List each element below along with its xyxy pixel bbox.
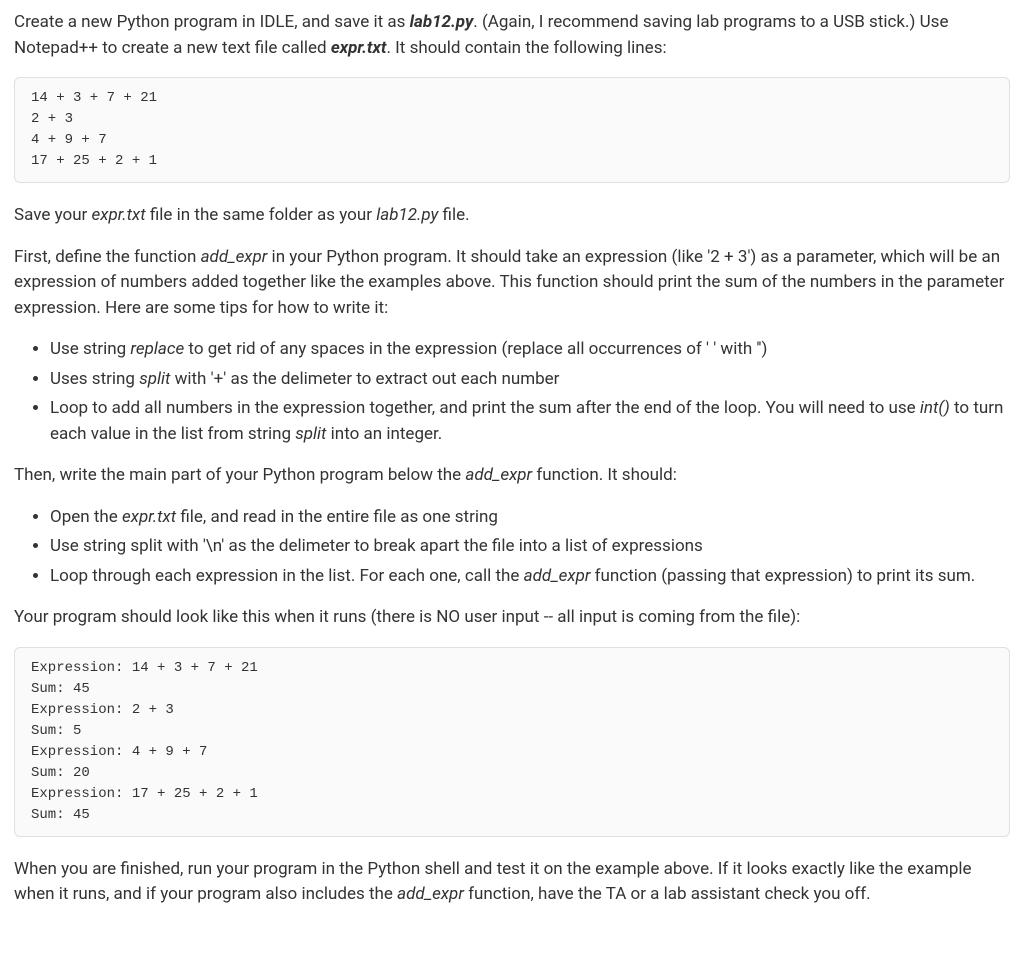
code-block-output: Expression: 14 + 3 + 7 + 21 Sum: 45 Expr… [14, 647, 1010, 837]
text: file, and read in the entire file as one… [176, 507, 498, 527]
then-paragraph: Then, write the main part of your Python… [14, 463, 1010, 489]
list-item: Uses string split with '+' as the delime… [50, 367, 1010, 393]
text: with '+' as the delimeter to extract out… [170, 369, 559, 389]
list-item: Open the expr.txt file, and read in the … [50, 505, 1010, 531]
text: Open the [50, 507, 122, 527]
keyword-split: split [295, 424, 326, 444]
text: file. [438, 205, 469, 225]
text: function. It should: [532, 465, 677, 485]
text: Loop to add all numbers in the expressio… [50, 398, 920, 418]
text: Use string [50, 339, 130, 359]
tips-list-2: Open the expr.txt file, and read in the … [14, 505, 1010, 590]
text: Then, write the main part of your Python… [14, 465, 465, 485]
final-paragraph: When you are finished, run your program … [14, 857, 1010, 908]
text: Create a new Python program in IDLE, and… [14, 12, 410, 32]
keyword-replace: replace [130, 339, 184, 359]
filename-exprtxt: expr.txt [122, 507, 176, 527]
filename-exprtxt: expr.txt [331, 38, 387, 58]
run-paragraph: Your program should look like this when … [14, 605, 1010, 631]
text: Uses string [50, 369, 139, 389]
list-item: Use string replace to get rid of any spa… [50, 337, 1010, 363]
text: Loop through each expression in the list… [50, 566, 524, 586]
text: file in the same folder as your [146, 205, 377, 225]
filename-lab12: lab12.py [410, 12, 474, 32]
func-addexpr: add_expr [524, 566, 591, 586]
code-block-expr-contents: 14 + 3 + 7 + 21 2 + 3 4 + 9 + 7 17 + 25 … [14, 77, 1010, 183]
func-addexpr: add_expr [465, 465, 532, 485]
list-item: Loop to add all numbers in the expressio… [50, 396, 1010, 447]
func-addexpr: add_expr [201, 247, 268, 267]
text: to get rid of any spaces in the expressi… [184, 339, 767, 359]
list-item: Loop through each expression in the list… [50, 564, 1010, 590]
first-paragraph: First, define the function add_expr in y… [14, 245, 1010, 322]
func-addexpr: add_expr [397, 884, 464, 904]
text: . It should contain the following lines: [386, 38, 666, 58]
text: into an integer. [326, 424, 442, 444]
list-item: Use string split with '\n' as the delime… [50, 534, 1010, 560]
keyword-int: int() [920, 398, 950, 418]
text: First, define the function [14, 247, 201, 267]
text: Save your [14, 205, 92, 225]
save-paragraph: Save your expr.txt file in the same fold… [14, 203, 1010, 229]
filename-exprtxt: expr.txt [92, 205, 146, 225]
tips-list-1: Use string replace to get rid of any spa… [14, 337, 1010, 447]
text: function, have the TA or a lab assistant… [464, 884, 871, 904]
text: Use string split with '\n' as the delime… [50, 536, 703, 556]
keyword-split: split [139, 369, 170, 389]
intro-paragraph: Create a new Python program in IDLE, and… [14, 10, 1010, 61]
filename-lab12: lab12.py [376, 205, 438, 225]
text: function (passing that expression) to pr… [590, 566, 975, 586]
